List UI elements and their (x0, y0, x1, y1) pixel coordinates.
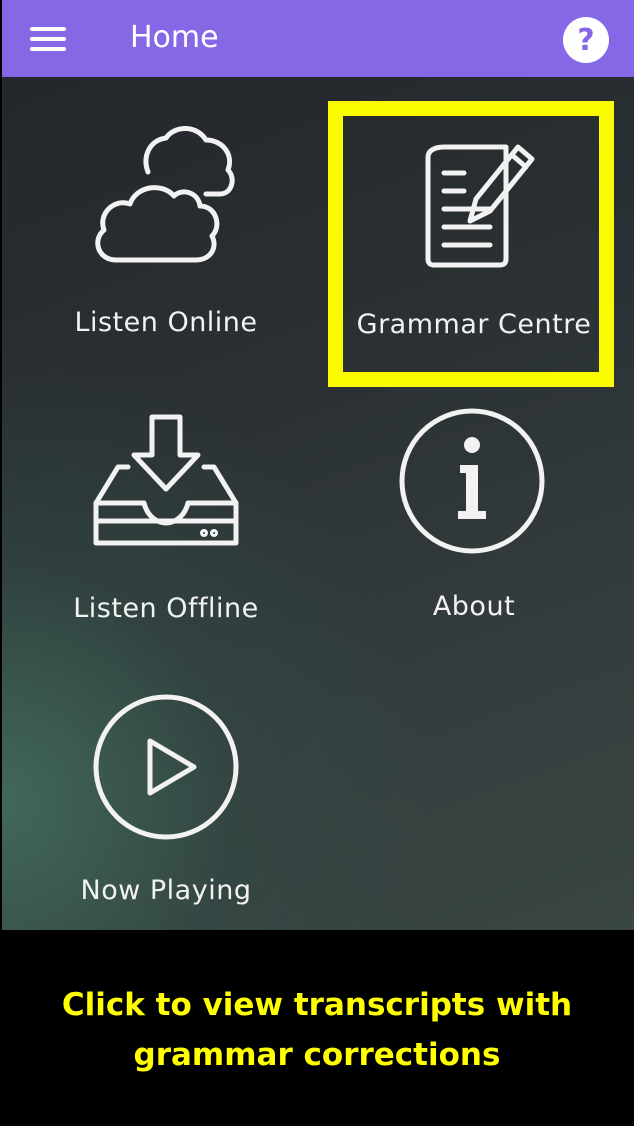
play-circle-icon (93, 694, 239, 840)
svg-text:?: ? (577, 23, 594, 58)
tile-label: Now Playing (80, 875, 252, 906)
tile-listen-online[interactable]: Listen Online (16, 107, 316, 367)
info-circle-icon (399, 408, 545, 554)
tile-label: About (432, 591, 516, 622)
tile-label: Listen Offline (73, 593, 259, 624)
tile-label: Listen Online (74, 307, 258, 338)
app-bar: Home ? (2, 0, 634, 77)
tile-now-playing[interactable]: Now Playing (16, 689, 316, 929)
annotation-caption: Click to view transcripts with grammar c… (0, 980, 634, 1080)
download-tray-icon (93, 414, 239, 546)
tile-listen-offline[interactable]: Listen Offline (16, 407, 316, 647)
clouds-icon (95, 126, 235, 263)
caption-line-2: grammar corrections (133, 1037, 501, 1073)
help-question-icon: ? (563, 17, 609, 63)
menu-button[interactable] (28, 20, 68, 56)
tile-about[interactable]: About (324, 407, 624, 647)
help-button[interactable]: ? (562, 16, 610, 64)
caption-line-1: Click to view transcripts with (61, 987, 573, 1023)
grammar-centre-highlight-box (328, 101, 614, 387)
screenshot-frame: Home ? Listen Online Grammar Centre List… (0, 0, 634, 1126)
page-title: Home (130, 20, 219, 55)
